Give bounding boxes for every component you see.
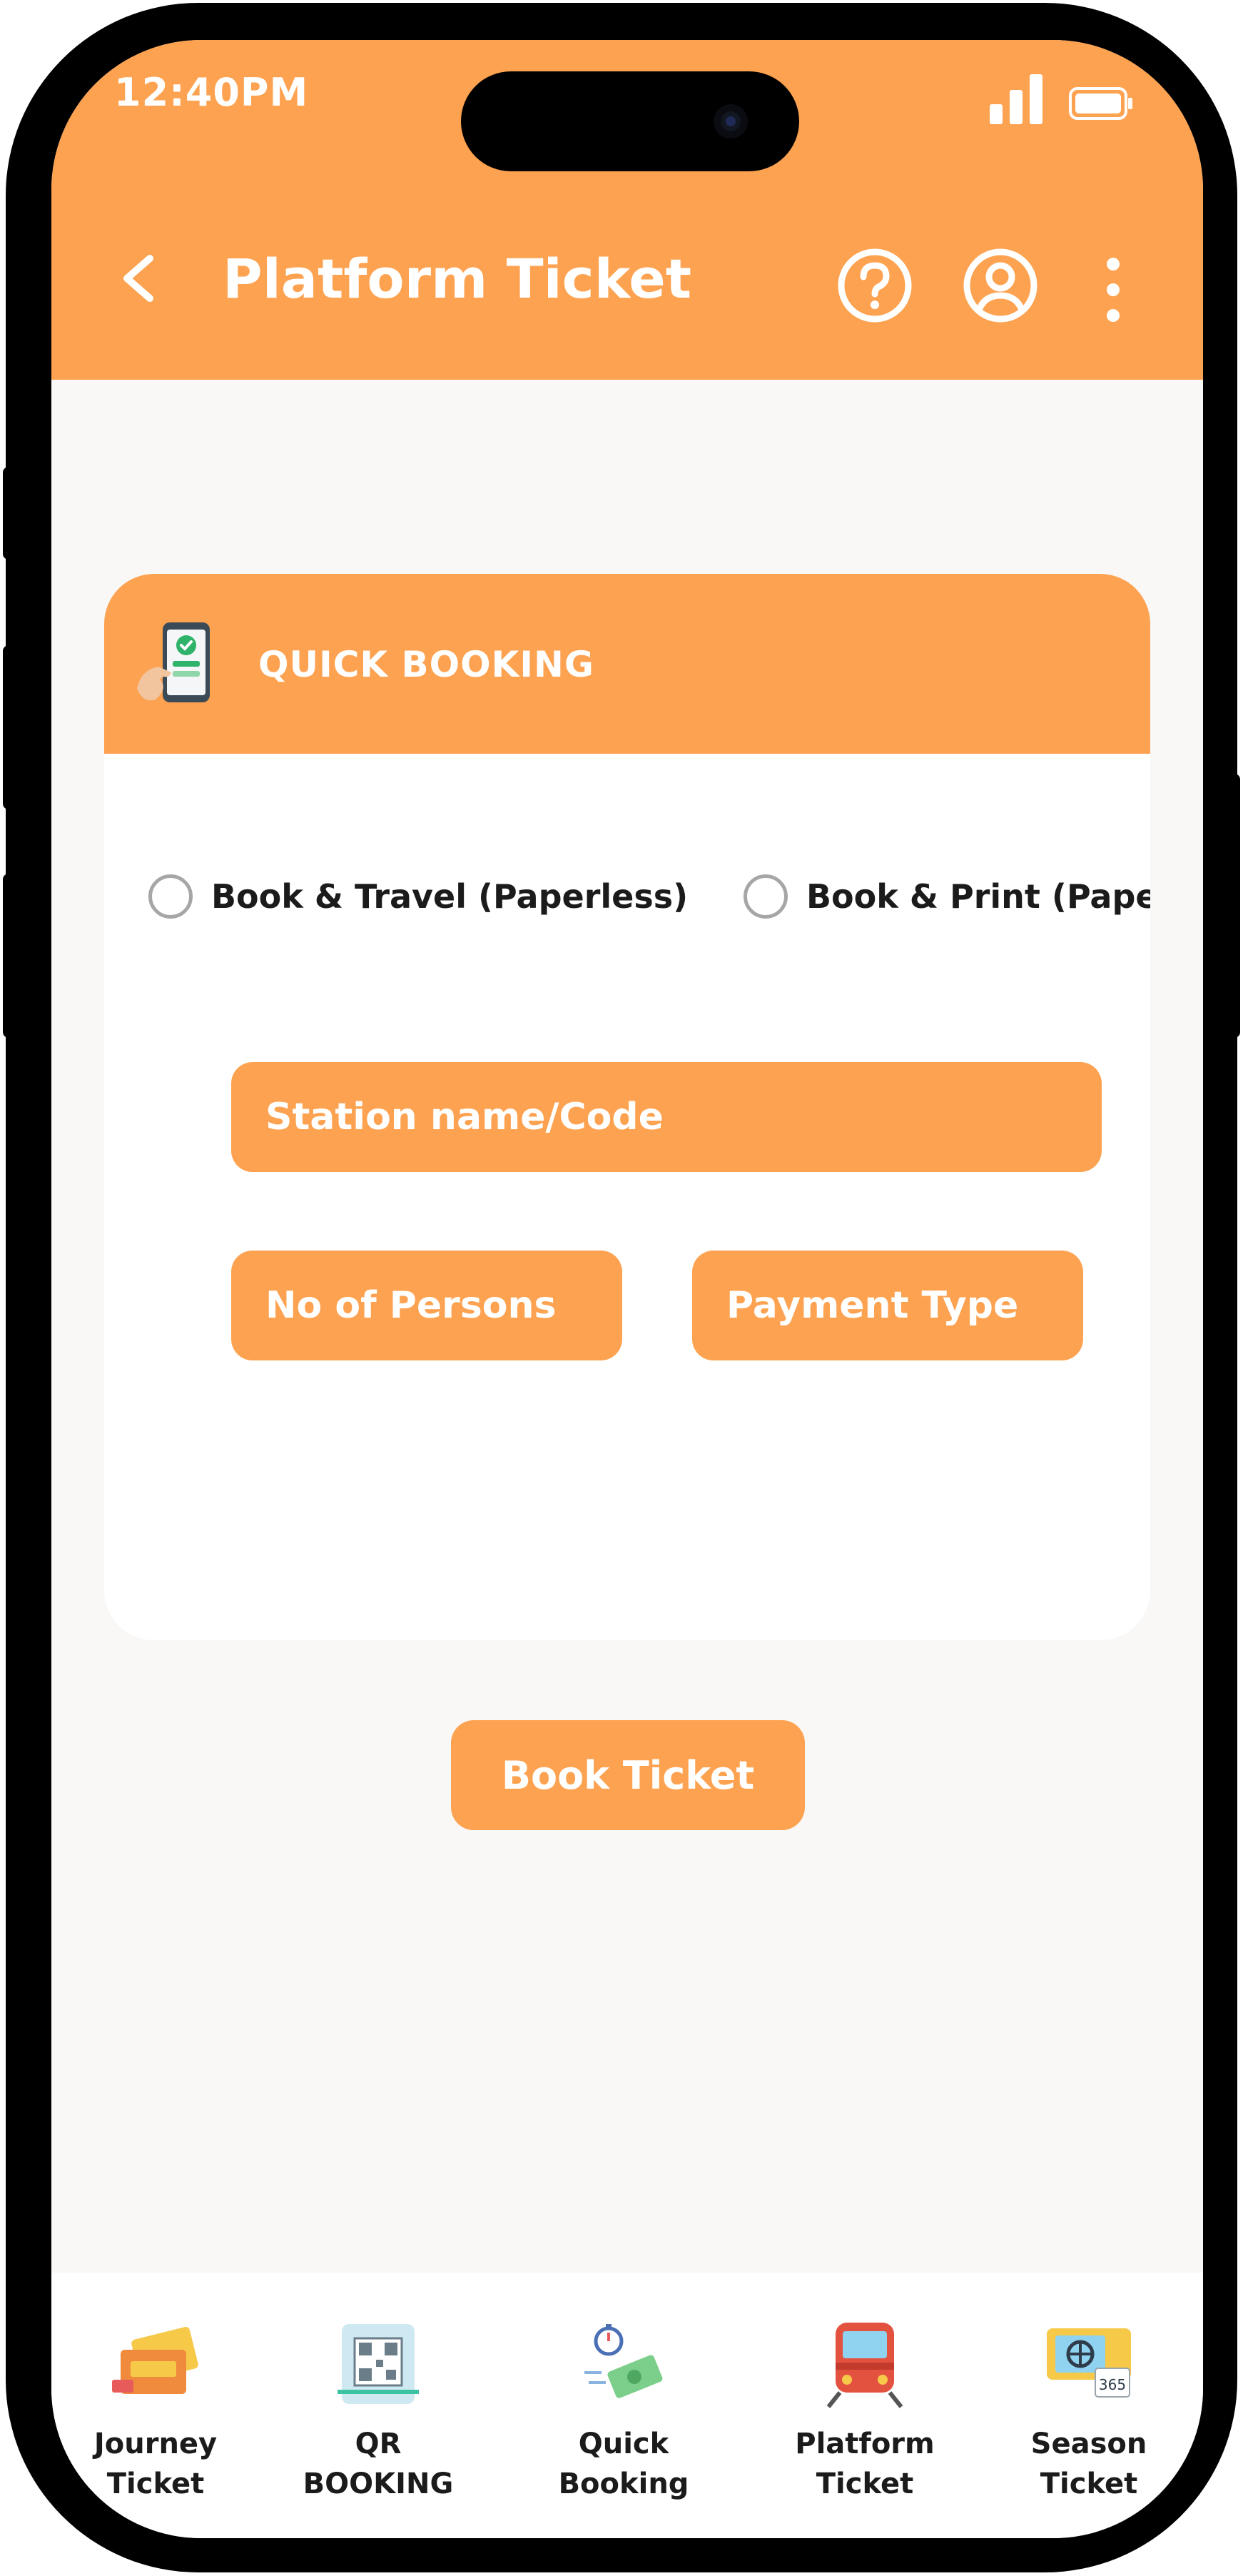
phone-check-icon — [137, 622, 210, 702]
qr-booking-icon — [338, 2324, 419, 2404]
quick-booking-card: QUICK BOOKING Book & Travel (Paperless) … — [104, 574, 1150, 1640]
page-title: Platform Ticket — [223, 247, 692, 310]
nav-label: Season Ticket — [1030, 2428, 1147, 2500]
phone-side-button — [1227, 774, 1240, 1038]
payment-type-select[interactable]: Payment Type — [692, 1251, 1083, 1360]
nav-item-platform-ticket[interactable]: Platform Ticket — [772, 2318, 958, 2504]
card-title: QUICK BOOKING — [258, 644, 594, 685]
platform-ticket-icon — [826, 2323, 903, 2408]
nav-label: Platform Ticket — [795, 2428, 935, 2500]
book-ticket-button[interactable]: Book Ticket — [451, 1720, 805, 1830]
nav-item-season-ticket[interactable]: 365 Season Ticket — [996, 2318, 1182, 2504]
phone-side-button — [3, 645, 16, 809]
account-circle-icon[interactable] — [962, 247, 1039, 324]
bottom-nav: Journey Ticket QR BOOKING Quick Booking … — [51, 2273, 1203, 2538]
season-ticket-icon: 365 — [1047, 2328, 1131, 2398]
app-header: 12:40PM Platform Ticket — [51, 40, 1203, 380]
quick-booking-icon — [584, 2324, 663, 2398]
radio-button[interactable] — [744, 874, 788, 919]
camera-icon — [714, 104, 748, 138]
option-paper[interactable]: Book & Print (Paper) — [744, 868, 1150, 925]
status-time: 12:40PM — [114, 70, 309, 115]
chevron-left-icon[interactable] — [108, 243, 166, 314]
card-header: QUICK BOOKING — [104, 574, 1150, 754]
signal-icon — [990, 74, 1042, 124]
option-label: Book & Travel (Paperless) — [211, 877, 689, 916]
nav-label: QR BOOKING — [303, 2428, 454, 2500]
help-circle-icon[interactable] — [836, 247, 913, 324]
option-paperless[interactable]: Book & Travel (Paperless) — [148, 868, 688, 925]
phone-frame: 12:40PM Platform Ticket QUICK BOOKING Bo… — [3, 3, 1240, 2572]
phone-side-button — [3, 874, 16, 1038]
persons-input[interactable]: No of Persons — [231, 1251, 622, 1360]
svg-text:365: 365 — [1099, 2376, 1126, 2393]
battery-icon — [1069, 87, 1132, 120]
nav-item-qr-booking[interactable]: QR BOOKING — [285, 2318, 471, 2504]
station-input[interactable]: Station name/Code — [231, 1062, 1102, 1172]
nav-item-journey-ticket[interactable]: Journey Ticket — [63, 2318, 248, 2504]
nav-item-quick-booking[interactable]: Quick Booking — [531, 2318, 716, 2504]
option-label: Book & Print (Paper) — [806, 877, 1150, 916]
journey-ticket-icon — [112, 2327, 198, 2394]
radio-button[interactable] — [148, 874, 193, 919]
nav-label: Quick Booking — [558, 2428, 689, 2500]
phone-side-button — [3, 467, 16, 560]
dynamic-island — [461, 71, 799, 171]
nav-label: Journey Ticket — [93, 2428, 218, 2500]
app-screen: 12:40PM Platform Ticket QUICK BOOKING Bo… — [51, 40, 1203, 2538]
more-vertical-icon[interactable] — [1100, 254, 1126, 325]
